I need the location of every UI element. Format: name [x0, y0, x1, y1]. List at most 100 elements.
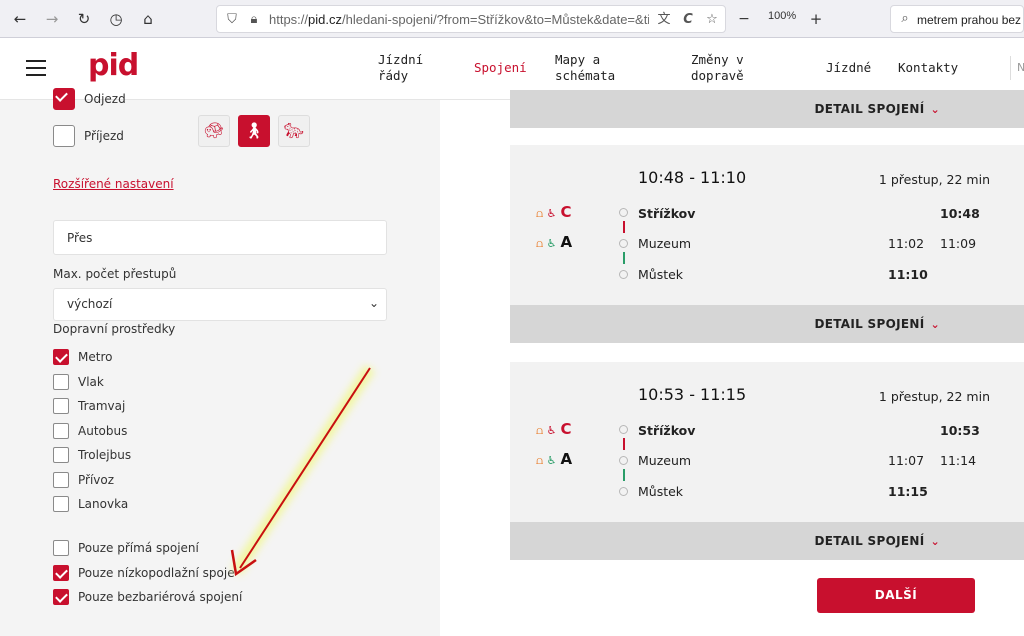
option-label-direct: Pouze přímá spojení [78, 541, 199, 555]
option-checkbox-lowfloor[interactable] [53, 565, 69, 581]
zoom-in-icon[interactable]: + [806, 9, 826, 29]
mode-checkbox-autobus[interactable] [53, 423, 69, 439]
summary: 1 přestup, 22 min [878, 172, 990, 187]
stop-dot [619, 487, 628, 496]
browser-search-field[interactable]: ⌕ metrem prahou bez [890, 5, 1024, 33]
prijezd-radio[interactable] [53, 125, 75, 147]
wheelchair-icon: ♿︎ [546, 207, 557, 220]
zoom-level[interactable]: 100% [768, 10, 796, 22]
logo[interactable]: pid [88, 48, 139, 83]
stop-dot [619, 239, 628, 248]
mode-label-lanovka: Lanovka [78, 497, 129, 511]
stop-arrival: 11:02 [888, 236, 925, 251]
stop-dot [619, 270, 628, 279]
bookmark-star-icon[interactable]: ☆ [703, 11, 721, 29]
line-a-badge: ⩍ ♿︎ A [536, 233, 573, 251]
stop-name: Muzeum [638, 236, 692, 251]
nav-zmeny[interactable]: Změny v dopravě [691, 52, 744, 84]
mode-label-autobus: Autobus [78, 424, 128, 438]
reader-icon[interactable]: C [679, 11, 697, 29]
metro-icon: ⩍ [536, 424, 544, 437]
mode-label-trolejbus: Trolejbus [78, 448, 132, 462]
stop-name: Muzeum [638, 453, 692, 468]
reload-icon[interactable]: ↻ [74, 9, 94, 29]
via-input-field[interactable] [54, 221, 386, 254]
history-icon[interactable]: ◷ [106, 9, 126, 29]
stop-dot [619, 425, 628, 434]
nav-jizdni-rady[interactable]: Jízdní řády [378, 52, 423, 84]
line-segment-a [623, 252, 625, 264]
transport-label: Dopravní prostředky [53, 322, 176, 336]
connection-card-1[interactable]: 10:48 - 11:10 1 přestup, 22 min ⩍ ♿︎ C ⩍ … [510, 145, 1024, 305]
nav-kontakty[interactable]: Kontakty [898, 60, 958, 76]
stop-name: Můstek [638, 267, 684, 282]
mode-checkbox-metro[interactable] [53, 349, 69, 365]
stop-name: Střížkov [638, 423, 696, 438]
time-range: 10:53 - 11:15 [638, 385, 747, 404]
metro-icon: ⩍ [536, 454, 544, 467]
odjezd-label: Odjezd [84, 92, 126, 106]
home-icon[interactable]: ⌂ [138, 9, 158, 29]
stop-name: Můstek [638, 484, 684, 499]
advanced-settings-link[interactable]: Rozšířené nastavení [53, 177, 174, 191]
chevron-down-icon: ⌄ [930, 535, 940, 548]
connection-card-2[interactable]: 10:53 - 11:15 1 přestup, 22 min ⩍ ♿︎ C ⩍ … [510, 362, 1024, 522]
stop-arrival: 11:07 [888, 453, 925, 468]
url-text[interactable]: https://pid.cz/hledani-spojeni/?from=Stř… [269, 12, 649, 27]
option-label-barrierfree: Pouze bezbariérová spojení [78, 590, 243, 604]
mode-checkbox-trolejbus[interactable] [53, 447, 69, 463]
chevron-down-icon: ⌄ [930, 318, 940, 331]
metro-icon: ⩍ [536, 207, 544, 220]
wheelchair-icon: ♿︎ [546, 424, 557, 437]
stop-arrival: 11:10 [888, 267, 928, 282]
stop-departure: 10:48 [940, 206, 980, 221]
lock-icon[interactable]: 🔒︎ [245, 11, 263, 29]
mode-checkbox-tramvaj[interactable] [53, 398, 69, 414]
option-checkbox-barrierfree[interactable] [53, 589, 69, 605]
mode-checkbox-vlak[interactable] [53, 374, 69, 390]
mode-label-tramvaj: Tramvaj [78, 399, 126, 413]
line-segment-a [623, 469, 625, 481]
zoom-out-icon[interactable]: − [734, 9, 754, 29]
browser-toolbar: ← → ↻ ◷ ⌂ ⛉ 🔒︎ https://pid.cz/hledani-sp… [0, 0, 1024, 38]
stop-departure: 11:09 [940, 236, 977, 251]
max-transfers-select[interactable]: výchozí ⌄ [53, 288, 387, 321]
url-bar[interactable]: ⛉ 🔒︎ https://pid.cz/hledani-spojeni/?fro… [216, 5, 726, 33]
detail-bar-prev[interactable]: DETAIL SPOJENÍ ⌄ [510, 90, 1024, 128]
forward-icon[interactable]: → [42, 9, 62, 29]
nav-spojeni[interactable]: Spojení [474, 60, 527, 76]
annotation-arrow [230, 364, 376, 577]
menu-icon[interactable] [26, 60, 46, 76]
summary: 1 přestup, 22 min [878, 389, 990, 404]
line-segment-c [623, 221, 625, 233]
mode-checkbox-lanovka[interactable] [53, 496, 69, 512]
stop-departure: 10:53 [940, 423, 980, 438]
max-transfers-label: Max. počet přestupů [53, 267, 177, 281]
odjezd-radio[interactable] [53, 88, 75, 110]
detail-bar-2[interactable]: DETAIL SPOJENÍ ⌄ [510, 522, 1024, 560]
translate-icon[interactable]: 文 [655, 11, 673, 29]
stop-arrival: 11:15 [888, 484, 928, 499]
stop-name: Střížkov [638, 206, 696, 221]
stop-dot [619, 208, 628, 217]
nav-jizdne[interactable]: Jízdné [826, 60, 871, 76]
line-c-badge: ⩍ ♿︎ C [536, 203, 572, 221]
stop-departure: 11:14 [940, 453, 977, 468]
walking-icon[interactable]: 🚶︎ [238, 115, 270, 147]
back-icon[interactable]: ← [10, 9, 30, 29]
shield-icon[interactable]: ⛉ [223, 11, 241, 29]
mode-label-metro: Metro [78, 350, 113, 364]
chevron-down-icon: ⌄ [930, 103, 940, 116]
detail-bar-1[interactable]: DETAIL SPOJENÍ ⌄ [510, 305, 1024, 343]
running-animal-icon[interactable]: 🐆︎ [278, 115, 310, 147]
mode-checkbox-privoz[interactable] [53, 472, 69, 488]
header-search-field[interactable]: N [1010, 56, 1024, 80]
wheelchair-icon: ♿︎ [546, 454, 557, 467]
nav-mapy[interactable]: Mapy a schémata [555, 52, 615, 84]
turtle-icon[interactable]: 🐢︎ [198, 115, 230, 147]
stop-dot [619, 456, 628, 465]
prijezd-label: Příjezd [84, 129, 124, 143]
option-checkbox-direct[interactable] [53, 540, 69, 556]
next-button[interactable]: DALŠÍ [817, 578, 975, 613]
via-input[interactable] [53, 220, 387, 255]
